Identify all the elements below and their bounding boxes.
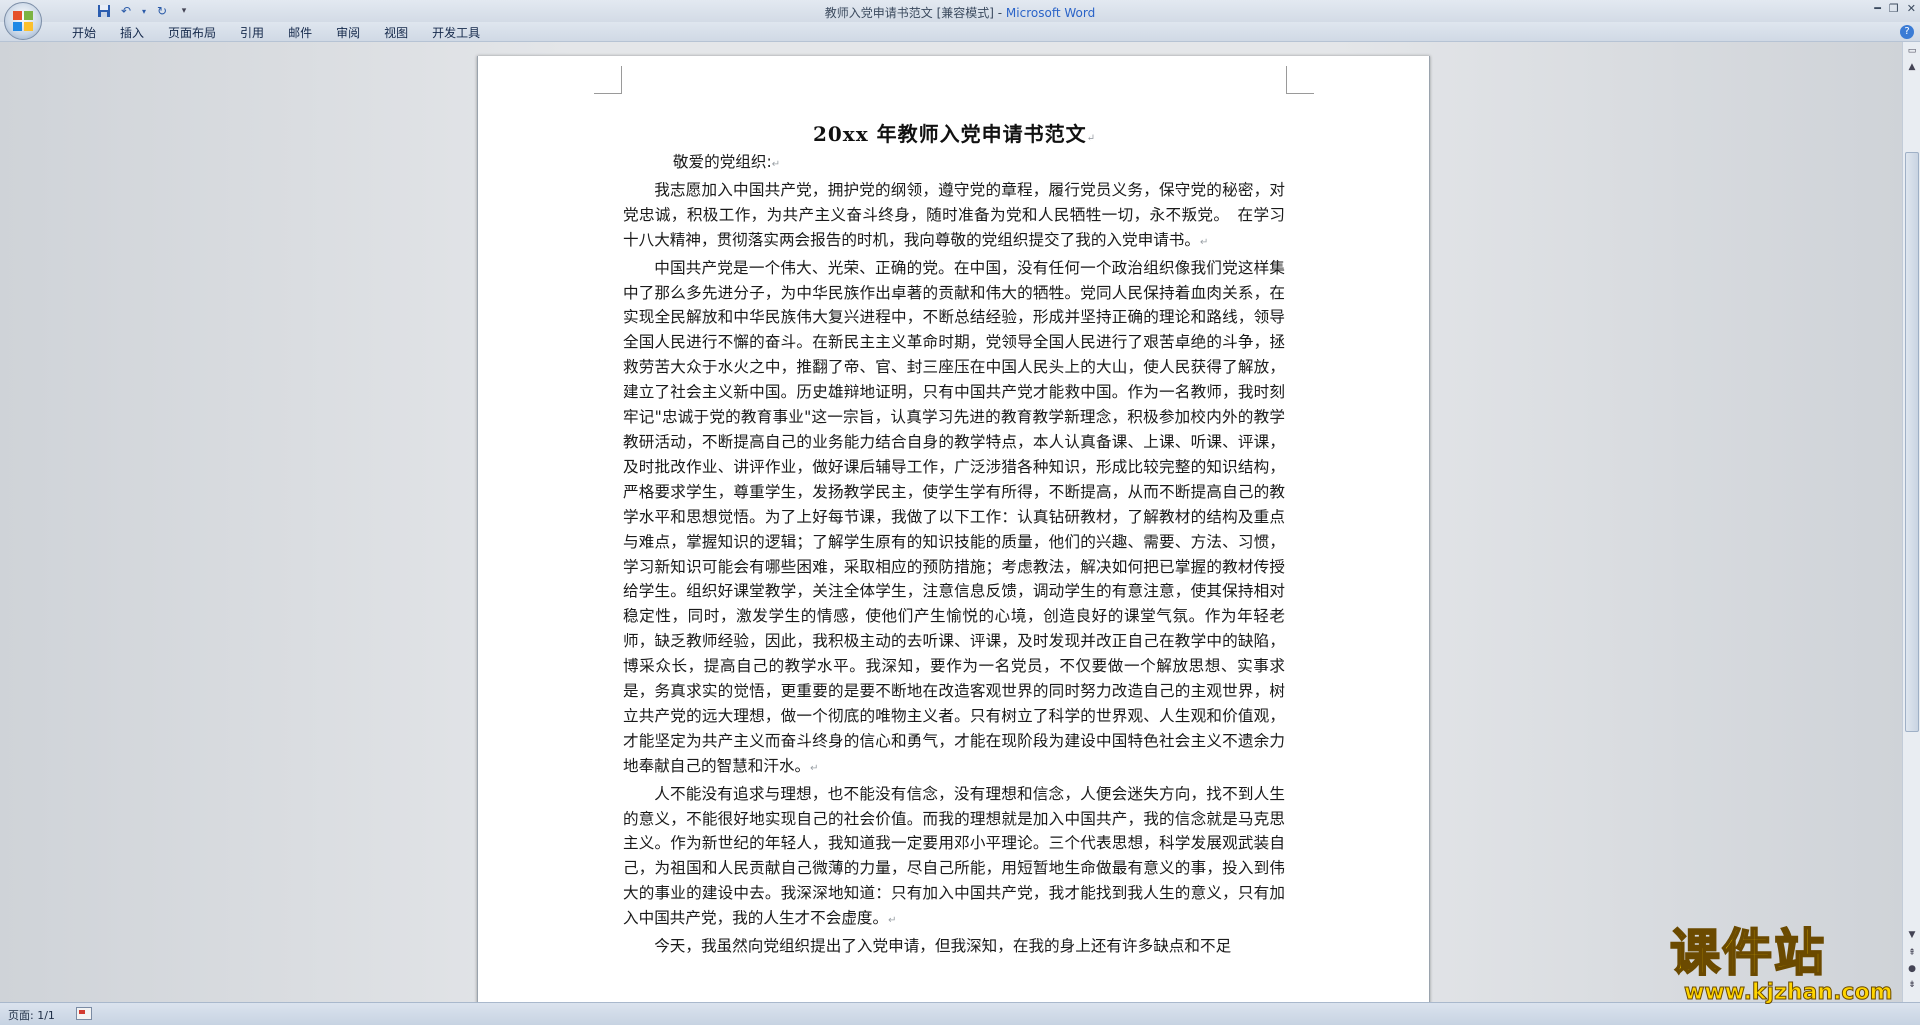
ribbon-tab[interactable]: 开始 xyxy=(60,25,108,41)
ribbon-tabs: 开始 插入 页面布局 引用 邮件 审阅 视图 开发工具 xyxy=(60,25,492,41)
office-button[interactable] xyxy=(4,2,42,40)
paragraph-mark-icon: ↵ xyxy=(1199,236,1209,248)
paragraph-mark-icon: ↵ xyxy=(888,915,897,927)
document-title: 20xx 年教师入党申请书范文↵ xyxy=(478,118,1431,147)
ribbon-tab[interactable]: 插入 xyxy=(108,25,156,41)
watermark-url-text: www.kjzhan.com xyxy=(1684,980,1894,1005)
office-logo-icon xyxy=(13,11,33,31)
status-bar: 页面: 1/1 xyxy=(0,1002,1920,1025)
window-controls: ━ ❐ ✕ xyxy=(1874,2,1916,15)
document-body: 敬爱的党组织:↵ 我志愿加入中国共产党，拥护党的纲领，遵守党的章程，履行党员义务… xyxy=(623,150,1285,959)
ribbon-tab[interactable]: 页面布局 xyxy=(156,25,228,41)
paragraph-text: 中国共产党是一个伟大、光荣、正确的党。在中国，没有任何一个政治组织像我们党这样集… xyxy=(623,258,1285,775)
paragraph: 中国共产党是一个伟大、光荣、正确的党。在中国，没有任何一个政治组织像我们党这样集… xyxy=(623,256,1285,782)
kjzhan-watermark-logo: 课件站 www.kjzhan.com xyxy=(1669,924,1910,1005)
ribbon-tab-bar: 开始 插入 页面布局 引用 邮件 审阅 视图 开发工具 ? xyxy=(0,22,1920,42)
paragraph-mark-icon: ↵ xyxy=(810,762,819,774)
title-bar: ↶ ▾ ↻ ▾ 教师入党申请书范文 [兼容模式] - Microsoft Wor… xyxy=(0,0,1920,22)
help-icon[interactable]: ? xyxy=(1900,25,1914,39)
margin-corner-mark xyxy=(594,66,622,94)
ribbon-tab[interactable]: 审阅 xyxy=(324,25,372,41)
paragraph-text: 我志愿加入中国共产党，拥护党的纲领，遵守党的章程，履行党员义务，保守党的秘密，对… xyxy=(623,180,1285,249)
document-area: 20xx 年教师入党申请书范文↵ 敬爱的党组织:↵ 我志愿加入中国共产党，拥护党… xyxy=(0,42,1902,1002)
close-icon[interactable]: ✕ xyxy=(1907,2,1916,15)
document-page[interactable]: 20xx 年教师入党申请书范文↵ 敬爱的党组织:↵ 我志愿加入中国共产党，拥护党… xyxy=(477,56,1430,1002)
ribbon-tab[interactable]: 邮件 xyxy=(276,25,324,41)
proofing-status-icon[interactable] xyxy=(76,1007,92,1020)
ribbon-tab[interactable]: 开发工具 xyxy=(420,25,492,41)
ribbon-tab[interactable]: 引用 xyxy=(228,25,276,41)
ruler-toggle-icon[interactable]: ▭ xyxy=(1905,44,1919,58)
paragraph-mark-icon: ↵ xyxy=(771,159,781,170)
ribbon-tab[interactable]: 视图 xyxy=(372,25,420,41)
margin-corner-mark xyxy=(1286,66,1314,94)
app-name: Microsoft Word xyxy=(1005,6,1096,20)
document-title-text: 20xx 年教师入党申请书范文 xyxy=(812,122,1087,146)
paragraph: 人不能没有追求与理想，也不能没有信念，没有理想和信念，人便会迷失方向，找不到人生… xyxy=(623,782,1285,934)
scrollbar-thumb[interactable] xyxy=(1905,152,1919,732)
page-count[interactable]: 页面: 1/1 xyxy=(8,1007,55,1023)
salutation: 敬爱的党组织:↵ xyxy=(623,150,1285,178)
paragraph: 我志愿加入中国共产党，拥护党的纲领，遵守党的章程，履行党员义务，保守党的秘密，对… xyxy=(623,178,1285,256)
document-name: 教师入党申请书范文 [兼容模式] - xyxy=(824,6,1006,20)
window-title: 教师入党申请书范文 [兼容模式] - Microsoft Word xyxy=(0,4,1920,21)
vertical-scrollbar[interactable]: ▭ ▲ ▼ ⇞ ● ⇟ xyxy=(1902,42,1920,1002)
paragraph-text: 人不能没有追求与理想，也不能没有信念，没有理想和信念，人便会迷失方向，找不到人生… xyxy=(623,784,1285,928)
paragraph: 今天，我虽然向党组织提出了入党申请，但我深知，在我的身上还有许多缺点和不足 xyxy=(623,934,1285,959)
minimize-icon[interactable]: ━ xyxy=(1874,2,1881,15)
paragraph-text: 今天，我虽然向党组织提出了入党申请，但我深知，在我的身上还有许多缺点和不足 xyxy=(654,937,1232,956)
paragraph-mark-icon: ↵ xyxy=(1086,133,1097,144)
watermark-main-text: 课件站 xyxy=(1669,924,1826,982)
restore-icon[interactable]: ❐ xyxy=(1889,2,1899,15)
salutation-text: 敬爱的党组织: xyxy=(672,153,772,171)
scroll-up-icon[interactable]: ▲ xyxy=(1905,60,1919,74)
